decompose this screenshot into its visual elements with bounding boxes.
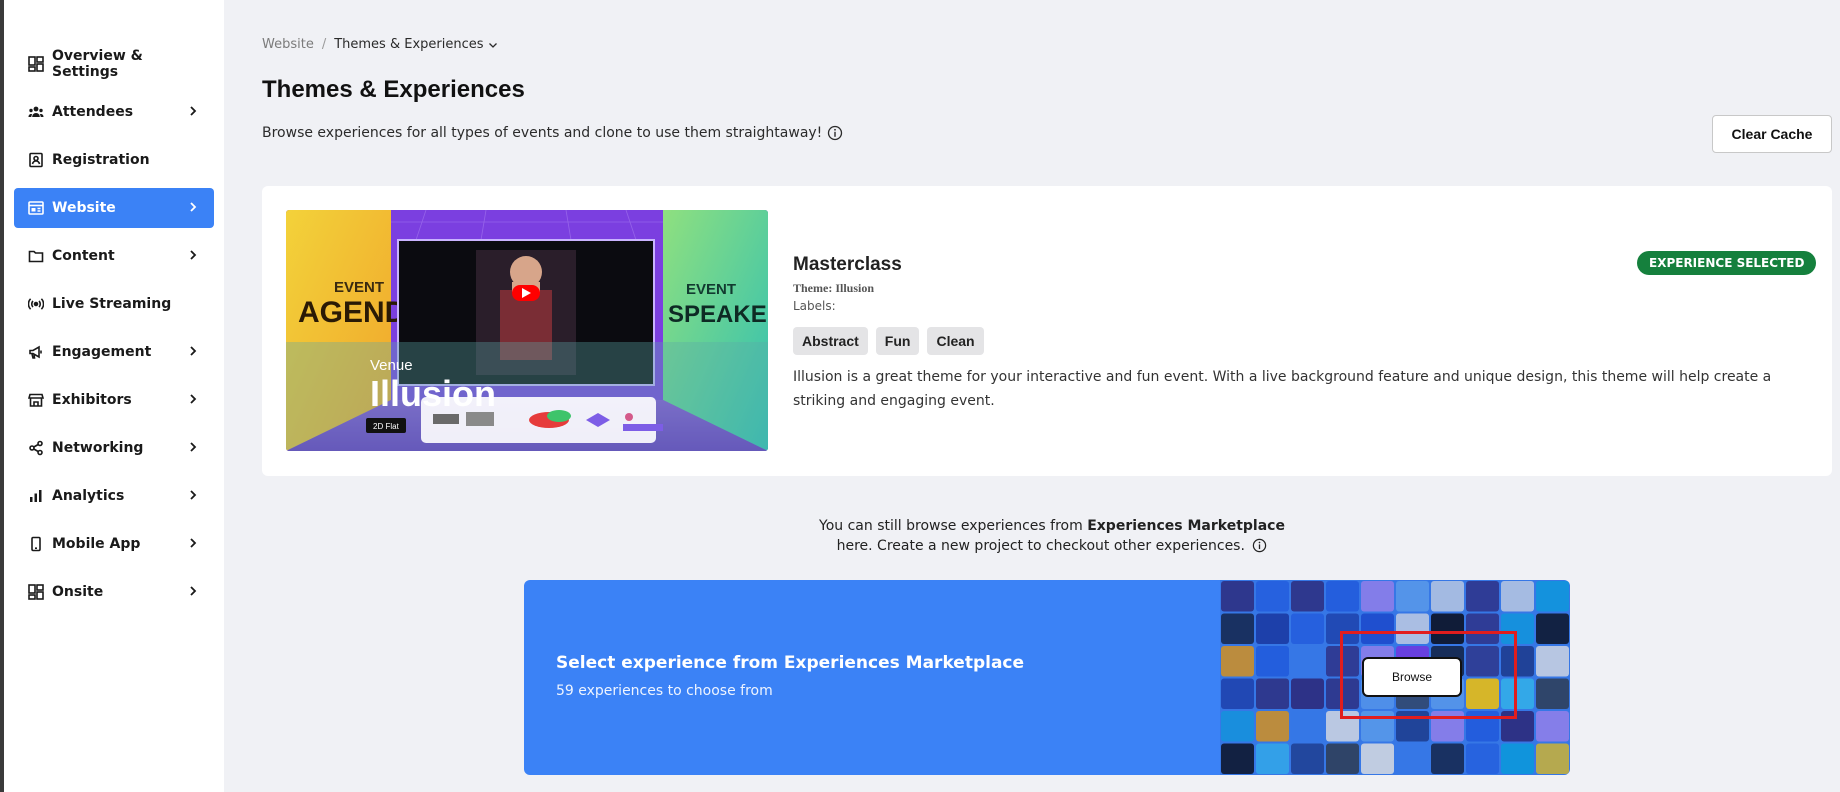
sidebar-item-label: Content [52, 248, 115, 264]
sidebar-item-label: Mobile App [52, 536, 141, 552]
sidebar-item-label: Networking [52, 440, 144, 456]
marketplace-banner-title: Select experience from Experiences Marke… [556, 653, 1025, 673]
sidebar-item-label: Engagement [52, 344, 152, 360]
chevron-down-icon [488, 42, 497, 48]
experience-name: Masterclass [793, 254, 902, 275]
thumb-right-line1: EVENT [686, 281, 736, 298]
chevron-right-icon [190, 346, 197, 356]
marketplace-banner-subtitle: 59 experiences to choose from [556, 683, 773, 699]
sidebar-item-website[interactable]: Website [14, 188, 214, 228]
bar-chart-icon [28, 488, 44, 504]
sidebar-item-label: Live Streaming [52, 296, 172, 312]
sidebar-item-label: Registration [52, 152, 150, 168]
sidebar-item-label: Overview & Settings [52, 48, 143, 80]
experience-thumbnail[interactable]: EVENT AGENDA EVENT SPEAKERS Venue Illusi… [286, 210, 768, 451]
experience-selected-badge: EXPERIENCE SELECTED [1637, 251, 1817, 275]
experience-description: Illusion is a great theme for your inter… [793, 369, 1772, 409]
sidebar-item-label: Onsite [52, 584, 104, 600]
sidebar-item-label: Exhibitors [52, 392, 132, 408]
thumb-venue-label: Venue [370, 357, 413, 374]
page-subtitle-text: Browse experiences for all types of even… [262, 125, 823, 141]
breadcrumb-separator: / [321, 37, 327, 52]
chevron-right-icon [190, 586, 197, 596]
marketplace-note: You can still browse experiences from Ex… [662, 516, 1442, 556]
page-subtitle: Browse experiences for all types of even… [262, 125, 843, 141]
illusion-theme-preview-image: EVENT AGENDA EVENT SPEAKERS Venue Illusi… [286, 210, 768, 451]
dashboard-icon [28, 56, 44, 72]
grid-icon [28, 584, 44, 600]
experience-labels-caption: Labels: [793, 299, 836, 313]
info-icon[interactable] [827, 125, 843, 141]
breadcrumb: Website / Themes & Experiences [262, 37, 498, 52]
share-nodes-icon [28, 440, 44, 456]
chevron-right-icon [190, 538, 197, 548]
info-icon[interactable] [1252, 538, 1267, 553]
sidebar-item-content[interactable]: Content [14, 236, 214, 276]
folder-icon [28, 248, 44, 264]
sidebar-item-onsite[interactable]: Onsite [14, 572, 214, 612]
sidebar-item-overview-settings[interactable]: Overview & Settings [14, 44, 214, 84]
id-card-icon [28, 152, 44, 168]
sidebar-item-networking[interactable]: Networking [14, 428, 214, 468]
marketplace-note-line2: here. Create a new project to checkout o… [662, 536, 1442, 556]
thumb-2d-flat-badge: 2D Flat [373, 422, 400, 431]
marketplace-note-line1: You can still browse experiences from Ex… [662, 516, 1442, 536]
sidebar-item-exhibitors[interactable]: Exhibitors [14, 380, 214, 420]
tag-abstract: Abstract [793, 327, 868, 355]
selected-experience-card: EVENT AGENDA EVENT SPEAKERS Venue Illusi… [262, 186, 1832, 476]
breadcrumb-current-label: Themes & Experiences [334, 37, 484, 52]
marketplace-banner: Select experience from Experiences Marke… [524, 580, 1570, 775]
chevron-right-icon [190, 250, 197, 260]
page-title: Themes & Experiences [262, 76, 525, 103]
chevron-right-icon [190, 202, 197, 212]
store-icon [28, 392, 44, 408]
clear-cache-button[interactable]: Clear Cache [1712, 115, 1832, 153]
chevron-right-icon [190, 394, 197, 404]
breadcrumb-website-link[interactable]: Website [262, 37, 314, 52]
main-content: Website / Themes & Experiences Themes & … [262, 0, 1840, 792]
sidebar-item-registration[interactable]: Registration [14, 140, 214, 180]
marketplace-note-prefix: You can still browse experiences from [819, 518, 1083, 534]
browser-icon [28, 200, 44, 216]
sidebar-item-attendees[interactable]: Attendees [14, 92, 214, 132]
tag-fun: Fun [875, 327, 920, 355]
experience-tags: Abstract Fun Clean [793, 327, 984, 355]
mobile-icon [28, 536, 44, 552]
sidebar-item-engagement[interactable]: Engagement [14, 332, 214, 372]
chevron-right-icon [190, 490, 197, 500]
users-icon [28, 104, 44, 120]
sidebar-item-label: Analytics [52, 488, 125, 504]
chevron-right-icon [190, 442, 197, 452]
breadcrumb-current-dropdown[interactable]: Themes & Experiences [334, 37, 497, 52]
chevron-right-icon [190, 106, 197, 116]
marketplace-note-bold: Experiences Marketplace [1087, 518, 1285, 534]
sidebar-item-analytics[interactable]: Analytics [14, 476, 214, 516]
sidebar-item-mobile-app[interactable]: Mobile App [14, 524, 214, 564]
browse-button[interactable]: Browse [1362, 657, 1462, 697]
sidebar-item-live-streaming[interactable]: Live Streaming [14, 284, 214, 324]
sidebar-item-label: Website [52, 200, 116, 216]
thumb-right-line2: SPEAKERS [668, 301, 768, 328]
tag-clean: Clean [927, 327, 984, 355]
megaphone-icon [28, 344, 44, 360]
broadcast-icon [28, 296, 44, 312]
sidebar-item-label: Attendees [52, 104, 134, 120]
experience-theme: Theme: Illusion [793, 281, 875, 295]
thumb-left-line1: EVENT [334, 279, 384, 296]
sidebar: Overview & Settings Attendees Registrati… [4, 0, 224, 792]
marketplace-note-line2-text: here. Create a new project to checkout o… [836, 538, 1245, 554]
